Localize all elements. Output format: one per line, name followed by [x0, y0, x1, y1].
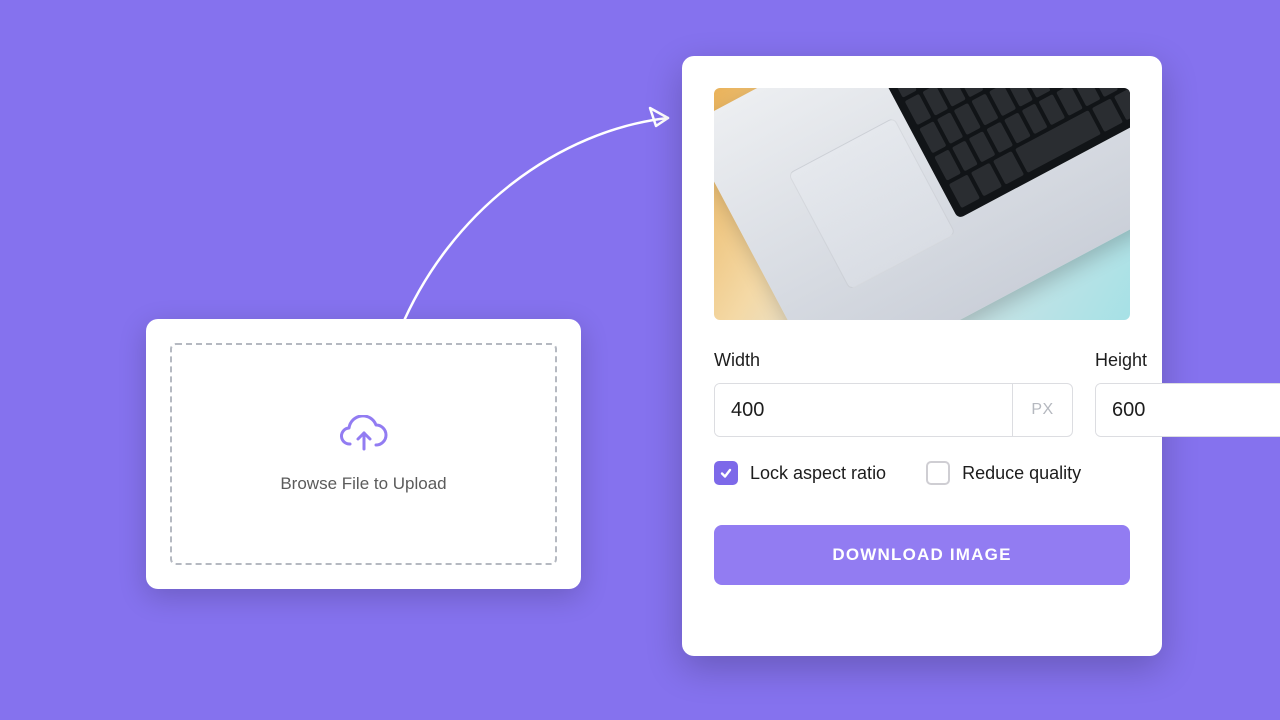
upload-prompt: Browse File to Upload	[280, 474, 446, 494]
width-label: Width	[714, 350, 1073, 371]
image-preview	[714, 88, 1130, 320]
checkbox-unchecked-icon	[926, 461, 950, 485]
lock-aspect-option[interactable]: Lock aspect ratio	[714, 461, 886, 485]
resize-card: Width PX Height PX Lock aspect ratio Red…	[682, 56, 1162, 656]
height-field: Height PX	[1095, 350, 1280, 437]
checkbox-checked-icon	[714, 461, 738, 485]
reduce-quality-option[interactable]: Reduce quality	[926, 461, 1081, 485]
arrow-icon	[390, 90, 700, 340]
width-field: Width PX	[714, 350, 1073, 437]
height-input[interactable]	[1096, 384, 1280, 436]
download-button[interactable]: DOWNLOAD IMAGE	[714, 525, 1130, 585]
dimensions-row: Width PX Height PX	[714, 350, 1130, 437]
height-label: Height	[1095, 350, 1280, 371]
reduce-quality-label: Reduce quality	[962, 463, 1081, 484]
cloud-upload-icon	[338, 415, 390, 460]
lock-aspect-label: Lock aspect ratio	[750, 463, 886, 484]
upload-card: Browse File to Upload	[146, 319, 581, 589]
upload-dropzone[interactable]: Browse File to Upload	[170, 343, 557, 565]
width-input[interactable]	[715, 384, 1012, 436]
options-row: Lock aspect ratio Reduce quality	[714, 461, 1130, 485]
width-unit: PX	[1012, 384, 1072, 436]
